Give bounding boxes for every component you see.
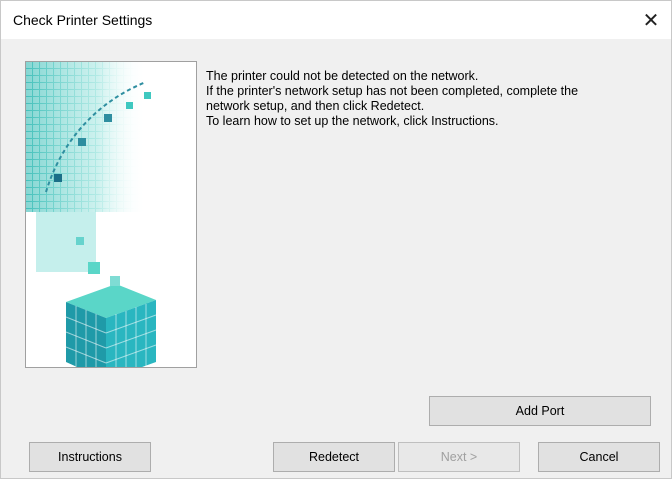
add-port-button[interactable]: Add Port [429,396,651,426]
message-line: The printer could not be detected on the… [206,69,479,83]
message-line: network setup, and then click Redetect. [206,99,425,113]
dialog-title: Check Printer Settings [13,12,153,28]
printer-setup-illustration [25,61,197,368]
message-line: If the printer's network setup has not b… [206,84,579,98]
instructions-button[interactable]: Instructions [29,442,151,472]
title-bar[interactable]: Check Printer Settings ✕ [1,1,671,39]
dialog-body: The printer could not be detected on the… [1,39,671,478]
next-button[interactable]: Next > [398,442,520,472]
redetect-button[interactable]: Redetect [273,442,395,472]
dialog-window: Check Printer Settings ✕ The printer cou… [0,0,672,479]
cancel-button[interactable]: Cancel [538,442,660,472]
status-message: The printer could not be detected on the… [206,69,656,129]
close-icon[interactable]: ✕ [637,6,665,34]
message-line: To learn how to set up the network, clic… [206,114,499,128]
